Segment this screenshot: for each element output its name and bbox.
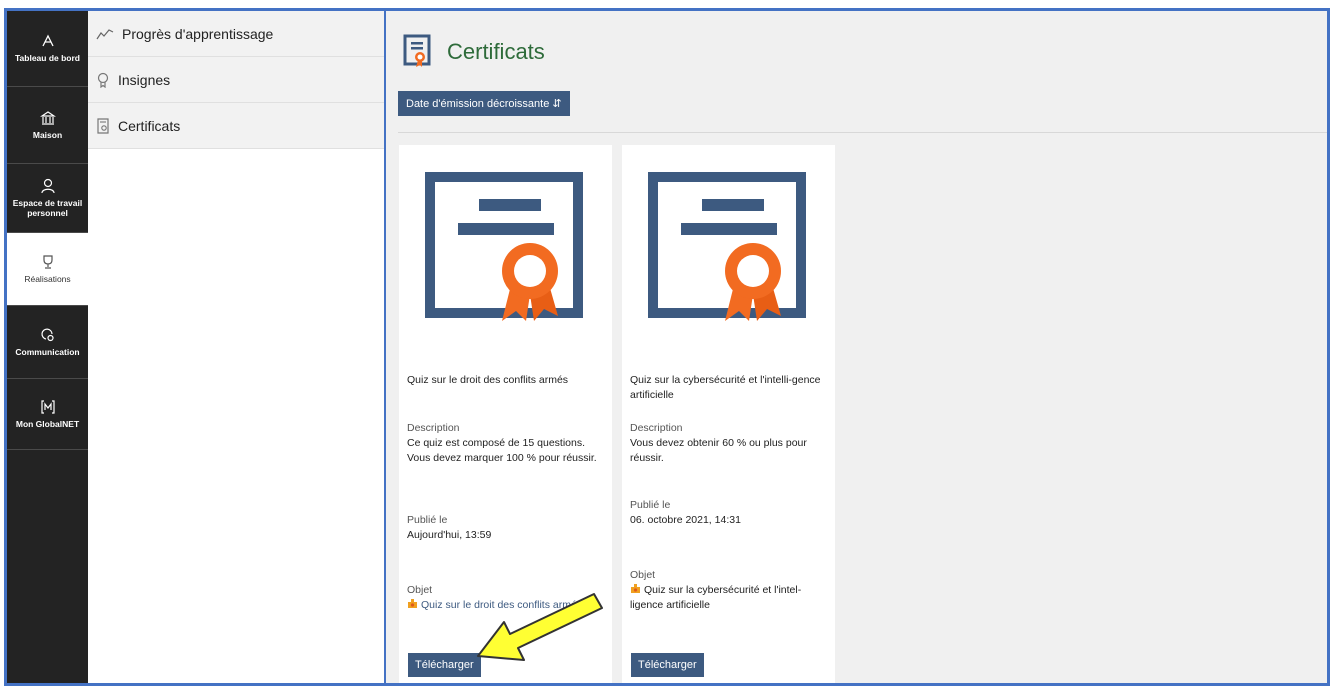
certificate-icon [97, 117, 109, 134]
description-block: Description Vous devez obtenir 60 % ou p… [630, 421, 828, 466]
subnav-item-label: Insignes [118, 71, 171, 88]
subnav-item-badges[interactable]: Insignes [88, 57, 384, 103]
rail-item-label: Mon GlobalNET [15, 418, 80, 429]
chat-icon [40, 328, 54, 342]
certificate-title-icon [403, 34, 431, 67]
published-date: 06. octobre 2021, 14:31 [630, 514, 741, 526]
certificate-illustration [648, 172, 806, 321]
page-title: Certificats [447, 39, 545, 64]
rail-item-label: Maison [32, 129, 63, 140]
description-label: Description [407, 422, 460, 434]
rail-item-communication[interactable]: Communication [7, 306, 88, 379]
subnav-item-label: Progrès d'apprentissage [122, 25, 274, 42]
object-link[interactable]: Quiz sur la cybersécurité et l'intel-lig… [630, 584, 801, 611]
app-frame: Tableau de bord Maison Espace de travail… [4, 8, 1330, 686]
annotation-arrow-icon [477, 593, 603, 661]
trophy-icon [42, 255, 53, 269]
rail-item-dashboard[interactable]: Tableau de bord [7, 11, 88, 87]
object-label: Objet [630, 569, 656, 581]
rail-item-label: Espace de travail personnel [12, 197, 83, 218]
published-label: Publié le [630, 499, 671, 511]
certificate-card: Quiz sur la cybersécurité et l'intelli-g… [622, 145, 835, 683]
rail-item-label: Tableau de bord [14, 53, 81, 64]
m-box-icon [40, 400, 55, 414]
subnav-item-label: Certificats [118, 117, 181, 134]
achievements-subnav: Progrès d'apprentissage Insignes Certifi… [88, 11, 384, 683]
rail-item-achievements[interactable]: Réalisations [7, 233, 88, 306]
main-content: Certificats Date d'émission décroissante… [386, 11, 1327, 683]
rail-item-label: Communication [15, 346, 80, 357]
description-text: Vous devez obtenir 60 % ou plus pour réu… [630, 437, 807, 464]
rail-item-globalnet[interactable]: Mon GlobalNET [7, 379, 88, 450]
bank-icon [39, 111, 56, 125]
header-divider [398, 132, 1327, 133]
main-nav-rail: Tableau de bord Maison Espace de travail… [7, 11, 88, 683]
puzzle-icon [631, 584, 640, 593]
description-label: Description [630, 422, 683, 434]
description-text: Ce quiz est composé de 15 questions. Vou… [407, 437, 597, 464]
certificate-illustration [425, 172, 583, 321]
download-button[interactable]: Télécharger [631, 653, 704, 677]
rail-item-workspace[interactable]: Espace de travail personnel [7, 164, 88, 233]
rail-item-label: Réalisations [24, 273, 71, 284]
dashboard-icon [41, 34, 54, 47]
puzzle-icon [408, 599, 417, 608]
object-block: Objet Quiz sur la cybersécurité et l'int… [630, 568, 830, 613]
user-icon [40, 178, 55, 193]
badge-icon [97, 72, 109, 88]
published-block: Publié le 06. octobre 2021, 14:31 [630, 498, 828, 528]
rail-item-home[interactable]: Maison [7, 87, 88, 164]
sort-button[interactable]: Date d'émission décroissante ⇵ [398, 91, 570, 116]
subnav-item-certificates[interactable]: Certificats [88, 103, 384, 149]
card-title: Quiz sur le droit des conflits armés [407, 374, 569, 386]
published-block: Publié le Aujourd'hui, 13:59 [407, 513, 605, 543]
published-label: Publié le [407, 514, 448, 526]
chart-line-icon [96, 28, 114, 39]
description-block: Description Ce quiz est composé de 15 qu… [407, 421, 605, 466]
subnav-item-progress[interactable]: Progrès d'apprentissage [88, 11, 384, 57]
published-date: Aujourd'hui, 13:59 [407, 529, 492, 541]
card-title: Quiz sur la cybersécurité et l'intelli-g… [630, 374, 821, 401]
